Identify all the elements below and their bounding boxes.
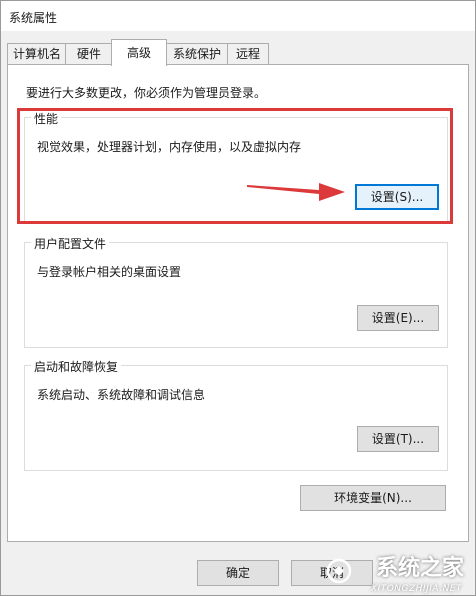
startup-recovery-settings-button[interactable]: 设置(T)... [357, 426, 439, 452]
watermark-main-text: 系统之家 [375, 556, 464, 581]
performance-description: 视觉效果，处理器计划，内存使用，以及虚拟内存 [37, 140, 302, 154]
advanced-tab-panel: 要进行大多数更改，你必须作为管理员登录。 性能 视觉效果，处理器计划，内存使用，… [7, 64, 469, 542]
startup-recovery-group: 启动和故障恢复 系统启动、系统故障和调试信息 设置(T)... [24, 358, 448, 471]
tab-computer-name[interactable]: 计算机名 [7, 43, 67, 64]
watermark-logo-icon [326, 558, 352, 584]
window-title: 系统属性 [9, 11, 58, 25]
ok-button[interactable]: 确定 [197, 560, 279, 586]
user-profiles-group: 用户配置文件 与登录帐户相关的桌面设置 设置(E)... [24, 235, 448, 348]
startup-recovery-group-title: 启动和故障恢复 [31, 358, 122, 375]
title-bar: 系统属性 [1, 1, 475, 31]
system-properties-window: 系统属性 计算机名 硬件 高级 系统保护 远程 要进行大多数更改，你必须作为管理… [0, 0, 476, 596]
annotation-arrow-icon [247, 183, 345, 201]
watermark-sub-text: XITONGZHIJIA.NET [370, 584, 462, 594]
startup-recovery-description: 系统启动、系统故障和调试信息 [37, 388, 206, 402]
tab-advanced[interactable]: 高级 [111, 39, 167, 66]
performance-group: 性能 视觉效果，处理器计划，内存使用，以及虚拟内存 设置(S)... [24, 110, 448, 223]
user-profiles-description: 与登录帐户相关的桌面设置 [37, 265, 182, 279]
user-profiles-settings-button[interactable]: 设置(E)... [357, 305, 439, 331]
admin-notice: 要进行大多数更改，你必须作为管理员登录。 [26, 86, 267, 100]
tab-system-protection[interactable]: 系统保护 [165, 43, 229, 64]
user-profiles-group-title: 用户配置文件 [31, 235, 110, 252]
environment-variables-button[interactable]: 环境变量(N)... [300, 485, 446, 511]
performance-settings-button[interactable]: 设置(S)... [355, 184, 439, 210]
tab-hardware[interactable]: 硬件 [65, 43, 113, 64]
performance-group-title: 性能 [31, 110, 62, 127]
tab-remote[interactable]: 远程 [227, 43, 269, 64]
